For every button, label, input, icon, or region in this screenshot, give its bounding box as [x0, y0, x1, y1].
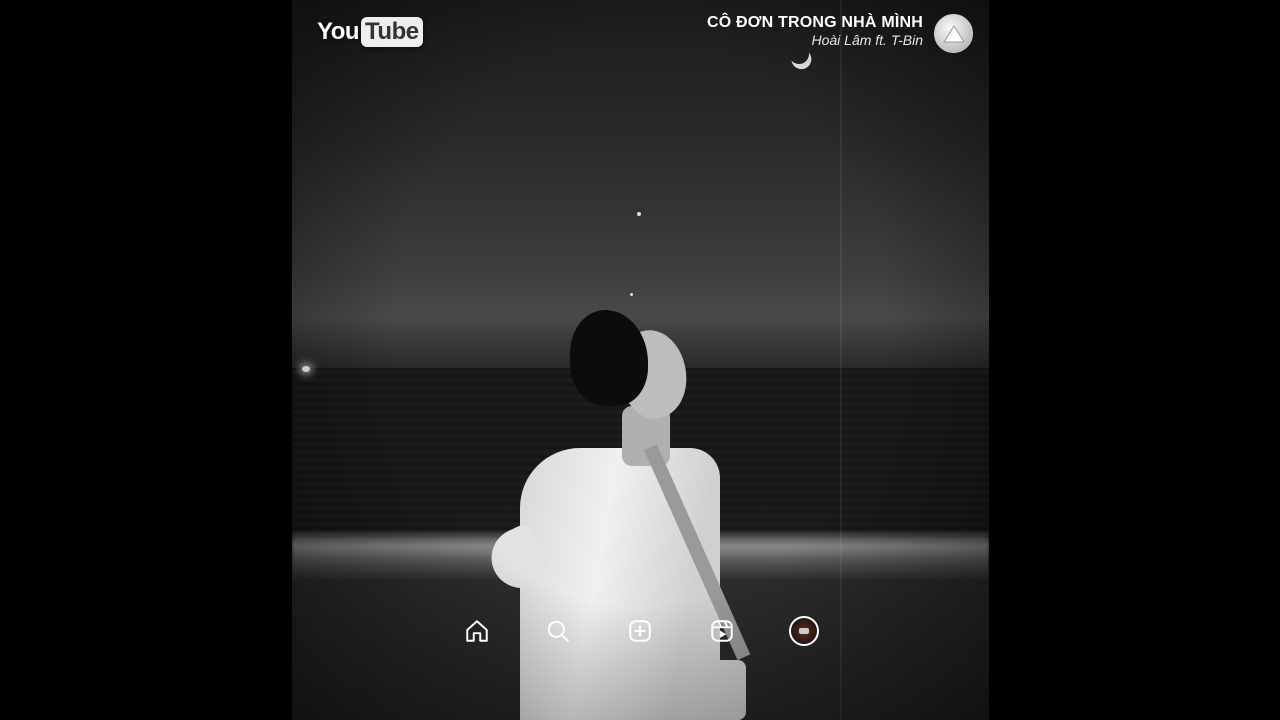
profile-avatar-icon	[789, 616, 819, 646]
person-hair	[570, 310, 648, 406]
song-artist: Hoài Lâm ft. T-Bin	[811, 32, 923, 48]
video-frame[interactable]	[292, 0, 989, 720]
person-shirt	[520, 448, 720, 720]
nav-home-button[interactable]	[460, 614, 494, 648]
song-title: CÔ ĐƠN TRONG NHÀ MÌNH	[706, 14, 923, 31]
star	[637, 212, 641, 216]
youtube-logo: You Tube	[317, 14, 423, 50]
logo-text-you: You	[317, 18, 360, 45]
channel-avatar[interactable]	[934, 14, 973, 53]
add-post-icon	[629, 620, 651, 642]
nav-create-button[interactable]	[623, 614, 657, 648]
bottom-nav	[460, 614, 820, 650]
star	[630, 293, 633, 296]
logo-text-tube: Tube	[361, 17, 423, 47]
triangle-logo-icon	[942, 24, 965, 42]
nav-search-button[interactable]	[541, 614, 575, 648]
person-silhouette	[481, 310, 762, 720]
nav-profile-button[interactable]	[787, 614, 821, 648]
search-icon	[547, 620, 569, 642]
film-line	[840, 0, 842, 720]
shoulder-bag	[702, 660, 746, 720]
distant-light	[302, 366, 310, 372]
profile-avatar-detail	[799, 628, 809, 634]
reels-icon	[711, 620, 733, 642]
nav-reels-button[interactable]	[705, 614, 739, 648]
song-info: CÔ ĐƠN TRONG NHÀ MÌNH Hoài Lâm ft. T-Bin	[707, 14, 923, 48]
home-icon	[466, 620, 488, 642]
